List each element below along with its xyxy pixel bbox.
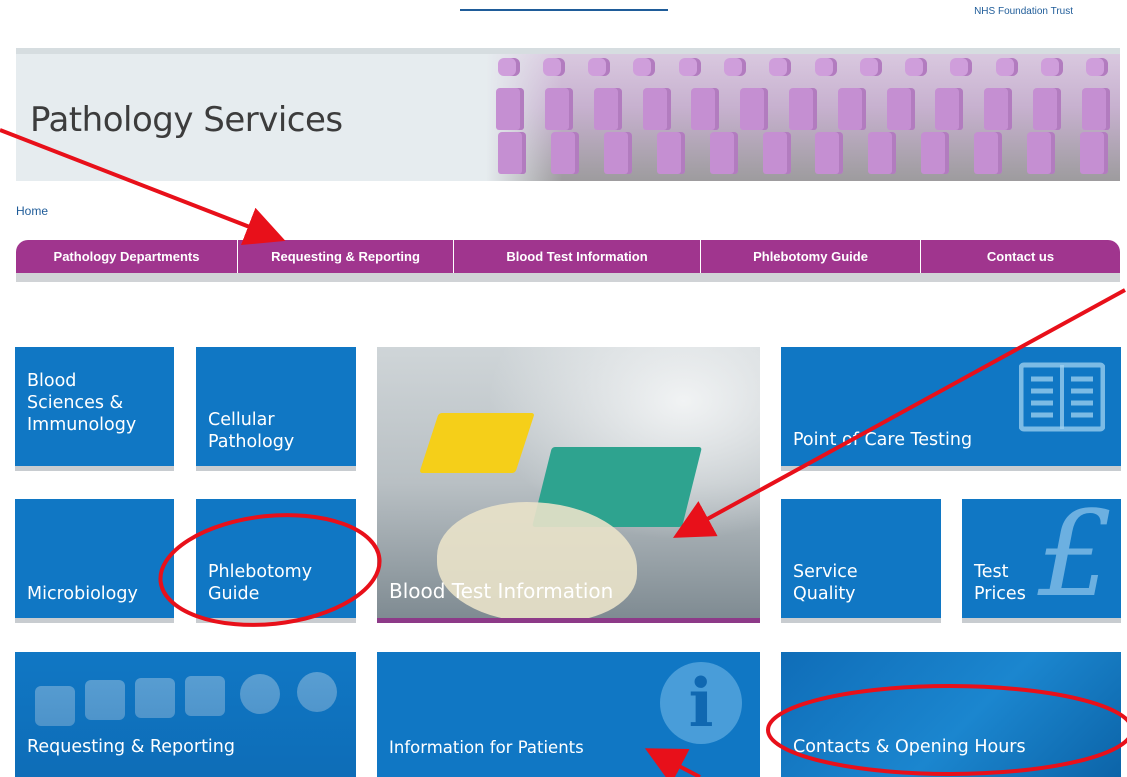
nav-blood-test-information[interactable]: Blood Test Information — [454, 240, 701, 273]
tile-contacts-opening-hours[interactable]: Contacts & Opening Hours — [781, 652, 1121, 777]
tile-service-quality[interactable]: Service Quality — [781, 499, 941, 623]
nav-requesting-reporting[interactable]: Requesting & Reporting — [238, 240, 454, 273]
tile-requesting-reporting[interactable]: Requesting & Reporting — [15, 652, 356, 777]
tile-cellular-pathology-label: Cellular Pathology — [208, 410, 295, 453]
pound-icon: £ — [1037, 499, 1113, 623]
tile-information-patients[interactable]: i Information for Patients — [377, 652, 760, 777]
tile-blood-test-information-label: Blood Test Information — [389, 579, 614, 603]
nav-underline — [16, 273, 1120, 282]
yellow-tray-image — [419, 413, 535, 473]
nav-contact-us[interactable]: Contact us — [921, 240, 1120, 273]
tile-point-of-care[interactable]: Point of Care Testing — [781, 347, 1121, 471]
book-icon — [1019, 362, 1105, 432]
tile-phlebotomy-guide[interactable]: Phlebotomy Guide — [196, 499, 356, 623]
tile-blood-sciences-label: Blood Sciences & Immunology — [27, 371, 137, 435]
tile-service-quality-label: Service Quality — [793, 562, 858, 605]
main-nav: Pathology Departments Requesting & Repor… — [16, 240, 1120, 273]
site-banner: Pathology Services — [16, 48, 1120, 181]
tile-phlebotomy-guide-label: Phlebotomy Guide — [208, 562, 313, 605]
trust-name: NHS Foundation Trust — [974, 6, 1073, 17]
info-icon: i — [660, 662, 742, 744]
tile-contacts-opening-hours-label: Contacts & Opening Hours — [793, 737, 1026, 758]
tile-blood-test-information[interactable]: Blood Test Information — [377, 347, 760, 623]
tile-microbiology[interactable]: Microbiology — [15, 499, 174, 623]
tile-point-of-care-label: Point of Care Testing — [793, 430, 973, 451]
breadcrumb-home[interactable]: Home — [16, 204, 48, 218]
tile-information-patients-label: Information for Patients — [389, 738, 584, 758]
site-title: Pathology Services — [30, 100, 343, 140]
tile-blood-sciences[interactable]: Blood Sciences & Immunology — [15, 347, 174, 471]
tile-microbiology-label: Microbiology — [27, 584, 138, 605]
tile-requesting-reporting-label: Requesting & Reporting — [27, 737, 235, 758]
nav-pathology-departments[interactable]: Pathology Departments — [16, 240, 238, 273]
tile-test-prices[interactable]: £ Test Prices — [962, 499, 1121, 623]
banner-tubes-image — [486, 54, 1120, 181]
tile-test-prices-label: Test Prices — [974, 562, 1026, 605]
tile-cellular-pathology[interactable]: Cellular Pathology — [196, 347, 356, 471]
nav-phlebotomy-guide[interactable]: Phlebotomy Guide — [701, 240, 921, 273]
header-divider — [460, 9, 668, 11]
